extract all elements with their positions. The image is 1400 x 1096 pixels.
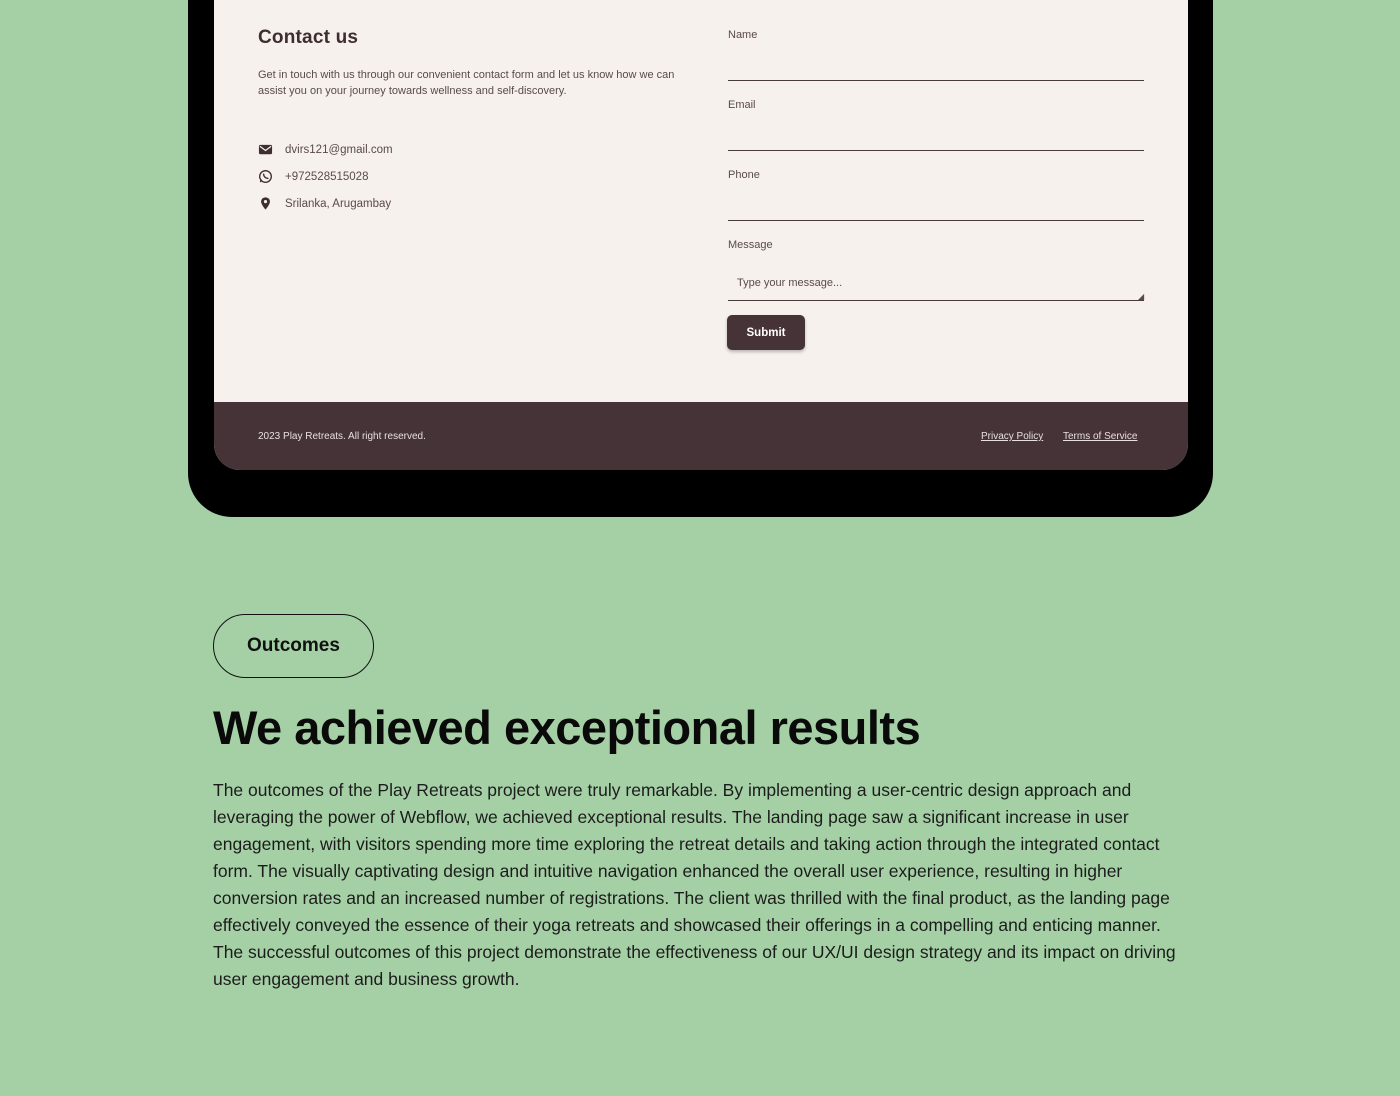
contact-email-text: dvirs121@gmail.com — [285, 143, 393, 156]
copyright-text: 2023 Play Retreats. All right reserved. — [258, 431, 426, 442]
submit-button[interactable]: Submit — [727, 315, 805, 350]
email-input[interactable] — [728, 123, 1144, 151]
name-label: Name — [728, 29, 758, 41]
contact-title: Contact us — [258, 27, 359, 48]
outcomes-headline: We achieved exceptional results — [213, 701, 921, 754]
contact-description: Get in touch with us through our conveni… — [258, 69, 675, 97]
contact-email-row[interactable]: dvirs121@gmail.com — [258, 142, 393, 157]
terms-of-service-link[interactable]: Terms of Service — [1063, 431, 1137, 442]
privacy-policy-link[interactable]: Privacy Policy — [981, 431, 1043, 442]
site-footer: 2023 Play Retreats. All right reserved. … — [214, 402, 1188, 470]
contact-phone-text: +972528515028 — [285, 170, 369, 183]
email-label: Email — [728, 99, 756, 111]
outcomes-badge: Outcomes — [213, 614, 374, 678]
whatsapp-icon — [258, 169, 273, 184]
website-preview-screen: Contact us Get in touch with us through … — [214, 0, 1188, 470]
message-textarea[interactable] — [728, 268, 1144, 301]
contact-location-text: Srilanka, Arugambay — [285, 197, 392, 210]
resize-handle-icon[interactable]: ◢ — [1138, 292, 1144, 301]
outcomes-body: The outcomes of the Play Retreats projec… — [213, 780, 1176, 989]
message-label: Message — [728, 239, 773, 251]
envelope-icon — [258, 142, 273, 157]
phone-label: Phone — [728, 169, 760, 181]
name-input[interactable] — [728, 53, 1144, 81]
location-pin-icon — [258, 196, 273, 211]
contact-location-row: Srilanka, Arugambay — [258, 196, 391, 211]
contact-phone-row[interactable]: +972528515028 — [258, 169, 368, 184]
phone-input[interactable] — [728, 193, 1144, 221]
